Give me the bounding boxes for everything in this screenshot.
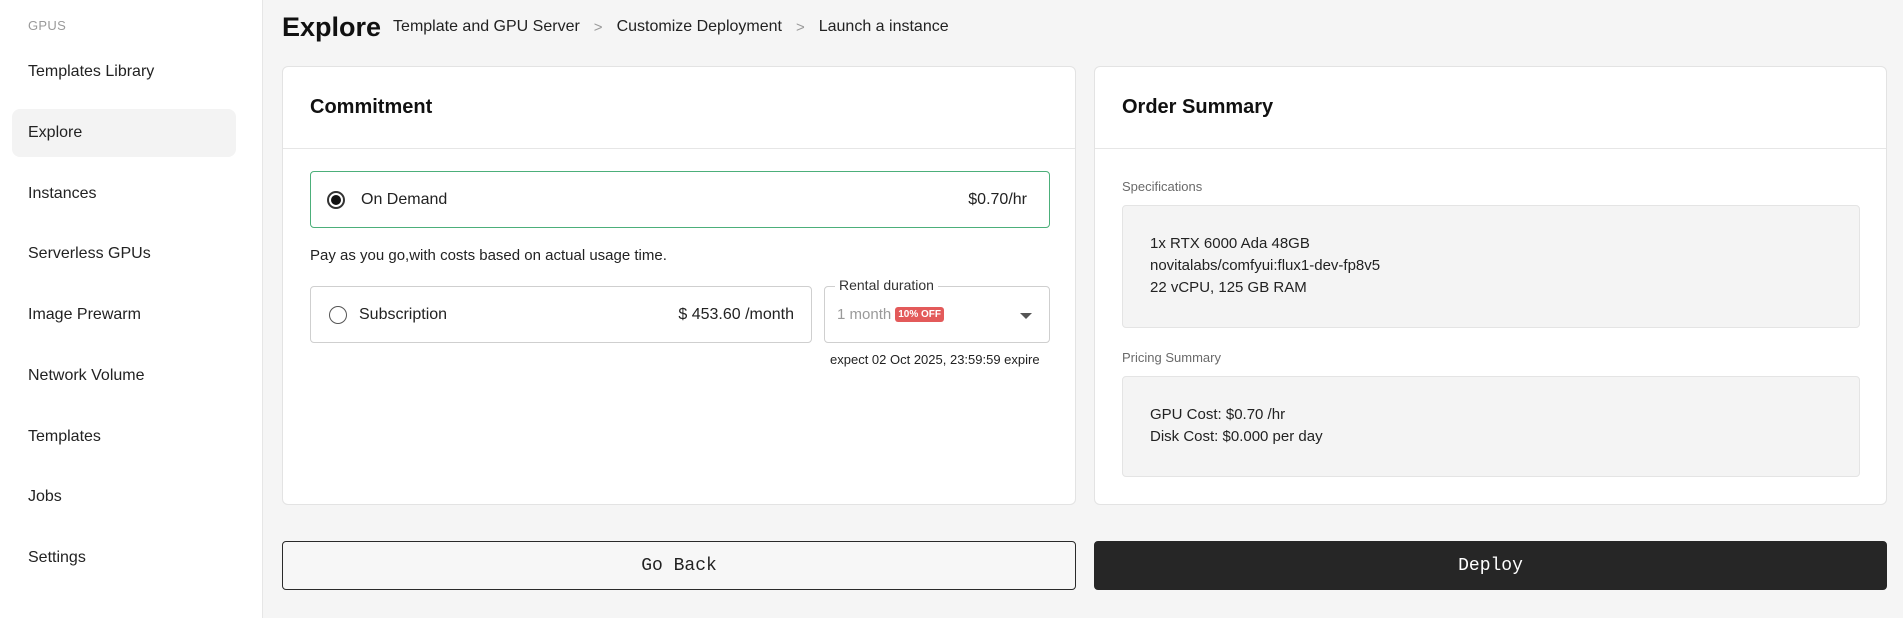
page-title: Explore <box>282 11 382 42</box>
specifications-label: Specifications <box>1122 179 1203 194</box>
sidebar-item-network-volume[interactable]: Network Volume <box>12 352 236 400</box>
spec-resources: 22 vCPU, 125 GB RAM <box>1150 279 1307 296</box>
sidebar-item-label: Explore <box>28 124 83 141</box>
sidebar-item-label: Settings <box>28 549 86 566</box>
pricing-summary-box: GPU Cost: $0.70 /hr Disk Cost: $0.000 pe… <box>1122 376 1860 477</box>
go-back-button[interactable]: Go Back <box>282 541 1076 590</box>
specifications-box: 1x RTX 6000 Ada 48GB novitalabs/comfyui:… <box>1122 205 1860 328</box>
chevron-right-icon: > <box>795 18 805 36</box>
deploy-button[interactable]: Deploy <box>1094 541 1887 590</box>
disk-cost: Disk Cost: $0.000 per day <box>1150 428 1323 445</box>
sidebar-item-settings[interactable]: Settings <box>12 534 236 582</box>
gpu-cost: GPU Cost: $0.70 /hr <box>1150 406 1286 423</box>
spec-image: novitalabs/comfyui:flux1-dev-fp8v5 <box>1150 257 1381 274</box>
sidebar-item-explore[interactable]: Explore <box>12 109 236 157</box>
breadcrumb-item-template-gpu-server[interactable]: Template and GPU Server <box>393 18 580 36</box>
subscription-option[interactable]: Subscription $ 453.60 /month <box>310 286 812 343</box>
rental-duration-select[interactable]: Rental duration 1 month 10% OFF <box>824 277 1050 343</box>
sidebar-item-label: Instances <box>28 185 97 202</box>
sidebar-item-templates[interactable]: Templates <box>12 413 236 461</box>
sidebar-section-label: GPUS <box>28 18 67 33</box>
breadcrumb-item-launch-instance: Launch a instance <box>818 18 949 35</box>
breadcrumb-item-customize-deployment[interactable]: Customize Deployment <box>617 18 782 36</box>
chevron-right-icon: > <box>593 18 603 36</box>
sidebar-item-label: Serverless GPUs <box>28 245 151 262</box>
discount-badge: 10% OFF <box>895 307 944 322</box>
sidebar-item-jobs[interactable]: Jobs <box>12 473 236 521</box>
commitment-description: Pay as you go,with costs based on actual… <box>310 247 667 264</box>
commitment-title: Commitment <box>283 67 1075 149</box>
sidebar-item-image-prewarm[interactable]: Image Prewarm <box>12 291 236 339</box>
radio-selected-icon[interactable] <box>327 190 345 209</box>
sidebar-item-instances[interactable]: Instances <box>12 170 236 218</box>
on-demand-option[interactable]: On Demand $0.70/hr <box>310 171 1050 228</box>
sidebar-item-label: Jobs <box>28 488 62 505</box>
on-demand-label: On Demand <box>361 190 448 208</box>
sidebar-item-serverless-gpus[interactable]: Serverless GPUs <box>12 230 236 278</box>
sidebar: GPUS Templates Library Explore Instances… <box>0 0 263 618</box>
on-demand-price: $0.70/hr <box>968 190 1027 208</box>
commitment-panel: Commitment On Demand $0.70/hr Pay as you… <box>282 66 1076 505</box>
sidebar-item-label: Templates Library <box>28 63 155 80</box>
order-summary-panel: Order Summary Specifications 1x RTX 6000… <box>1094 66 1887 505</box>
sidebar-item-label: Network Volume <box>28 367 145 384</box>
sidebar-item-templates-library[interactable]: Templates Library <box>12 48 236 96</box>
order-summary-title: Order Summary <box>1095 67 1886 149</box>
expire-text: expect 02 Oct 2025, 23:59:59 expire <box>830 352 1040 367</box>
rental-duration-label: Rental duration <box>835 277 938 293</box>
subscription-price: $ 453.60 /month <box>678 305 794 323</box>
rental-duration-value: 1 month <box>837 306 892 323</box>
breadcrumb: Explore Template and GPU Server > Custom… <box>282 10 949 44</box>
spec-gpu: 1x RTX 6000 Ada 48GB <box>1150 235 1310 252</box>
radio-unselected-icon[interactable] <box>329 305 347 324</box>
sidebar-item-label: Templates <box>28 428 101 445</box>
sidebar-item-label: Image Prewarm <box>28 306 141 323</box>
pricing-summary-label: Pricing Summary <box>1122 350 1221 365</box>
chevron-down-icon <box>1020 313 1032 319</box>
subscription-label: Subscription <box>359 305 448 323</box>
